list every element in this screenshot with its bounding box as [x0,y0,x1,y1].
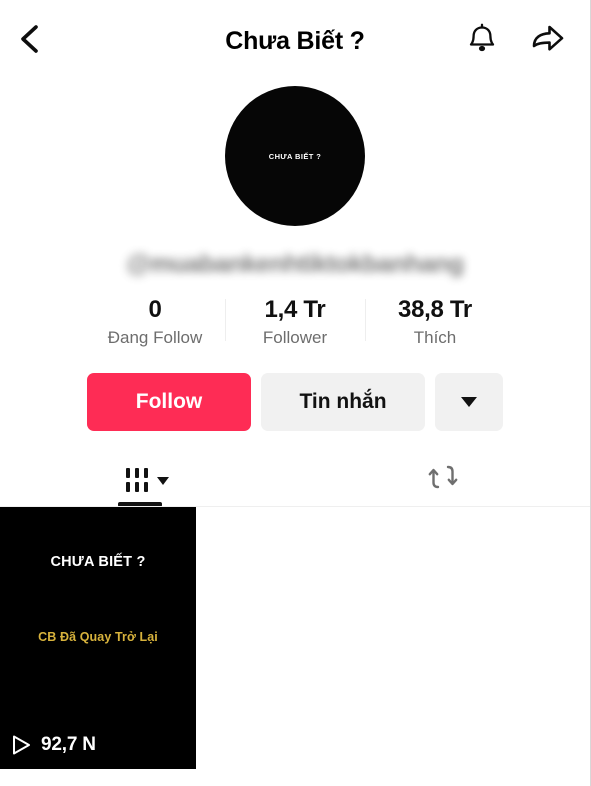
stat-followers[interactable]: 1,4 Tr Follower [225,295,365,351]
back-button[interactable] [16,18,62,64]
notification-button[interactable] [462,21,502,61]
chevron-down-icon [157,476,169,485]
bell-icon [466,22,498,61]
header-actions [462,21,568,61]
share-button[interactable] [528,21,568,61]
message-button[interactable]: Tin nhắn [261,372,425,431]
chevron-left-icon [16,22,44,61]
action-buttons: Follow Tin nhắn [0,372,590,431]
play-icon [10,733,32,757]
stat-likes[interactable]: 38,8 Tr Thích [365,295,505,351]
video-grid: CHƯA BIẾT ? CB Đã Quay Trở Lại 92,7 N [0,506,590,769]
stat-label: Follower [262,328,328,347]
stat-label: Thích [413,328,457,347]
stat-following[interactable]: 0 Đang Follow [85,295,225,351]
tab-videos[interactable] [0,453,295,507]
video-subtitle: CB Đã Quay Trở Lại [38,629,158,644]
video-thumbnail[interactable]: CHƯA BIẾT ? CB Đã Quay Trở Lại 92,7 N [0,506,196,769]
header-bar: Chưa Biết ? [0,0,590,82]
avatar-container: CHƯA BIẾT ? [0,86,590,226]
avatar-label: CHƯA BIẾT ? [268,151,322,161]
tab-bar [0,452,590,507]
profile-page: Chưa Biết ? CHƯA BIẾT ? @muabankenhtikto… [0,0,591,786]
username: @muabankenhtiktokbanhang [126,250,464,278]
stat-value: 38,8 Tr [398,296,472,323]
share-arrow-icon [530,22,566,61]
grid-icon [126,467,148,492]
more-options-button[interactable] [435,372,503,431]
caret-down-icon [461,396,477,407]
repost-icon [427,461,459,498]
stat-value: 0 [148,296,162,323]
video-play-count: 92,7 N [41,733,96,755]
stat-value: 1,4 Tr [264,296,326,323]
stat-label: Đang Follow [107,328,203,347]
username-row: @muabankenhtiktokbanhang [0,250,590,279]
avatar[interactable]: CHƯA BIẾT ? [225,86,365,226]
stats-row: 0 Đang Follow 1,4 Tr Follower 38,8 Tr Th… [0,295,590,351]
video-stats: 92,7 N [10,733,96,757]
video-title: CHƯA BIẾT ? [50,553,146,570]
follow-button[interactable]: Follow [87,372,251,431]
tab-reposts[interactable] [295,453,590,507]
